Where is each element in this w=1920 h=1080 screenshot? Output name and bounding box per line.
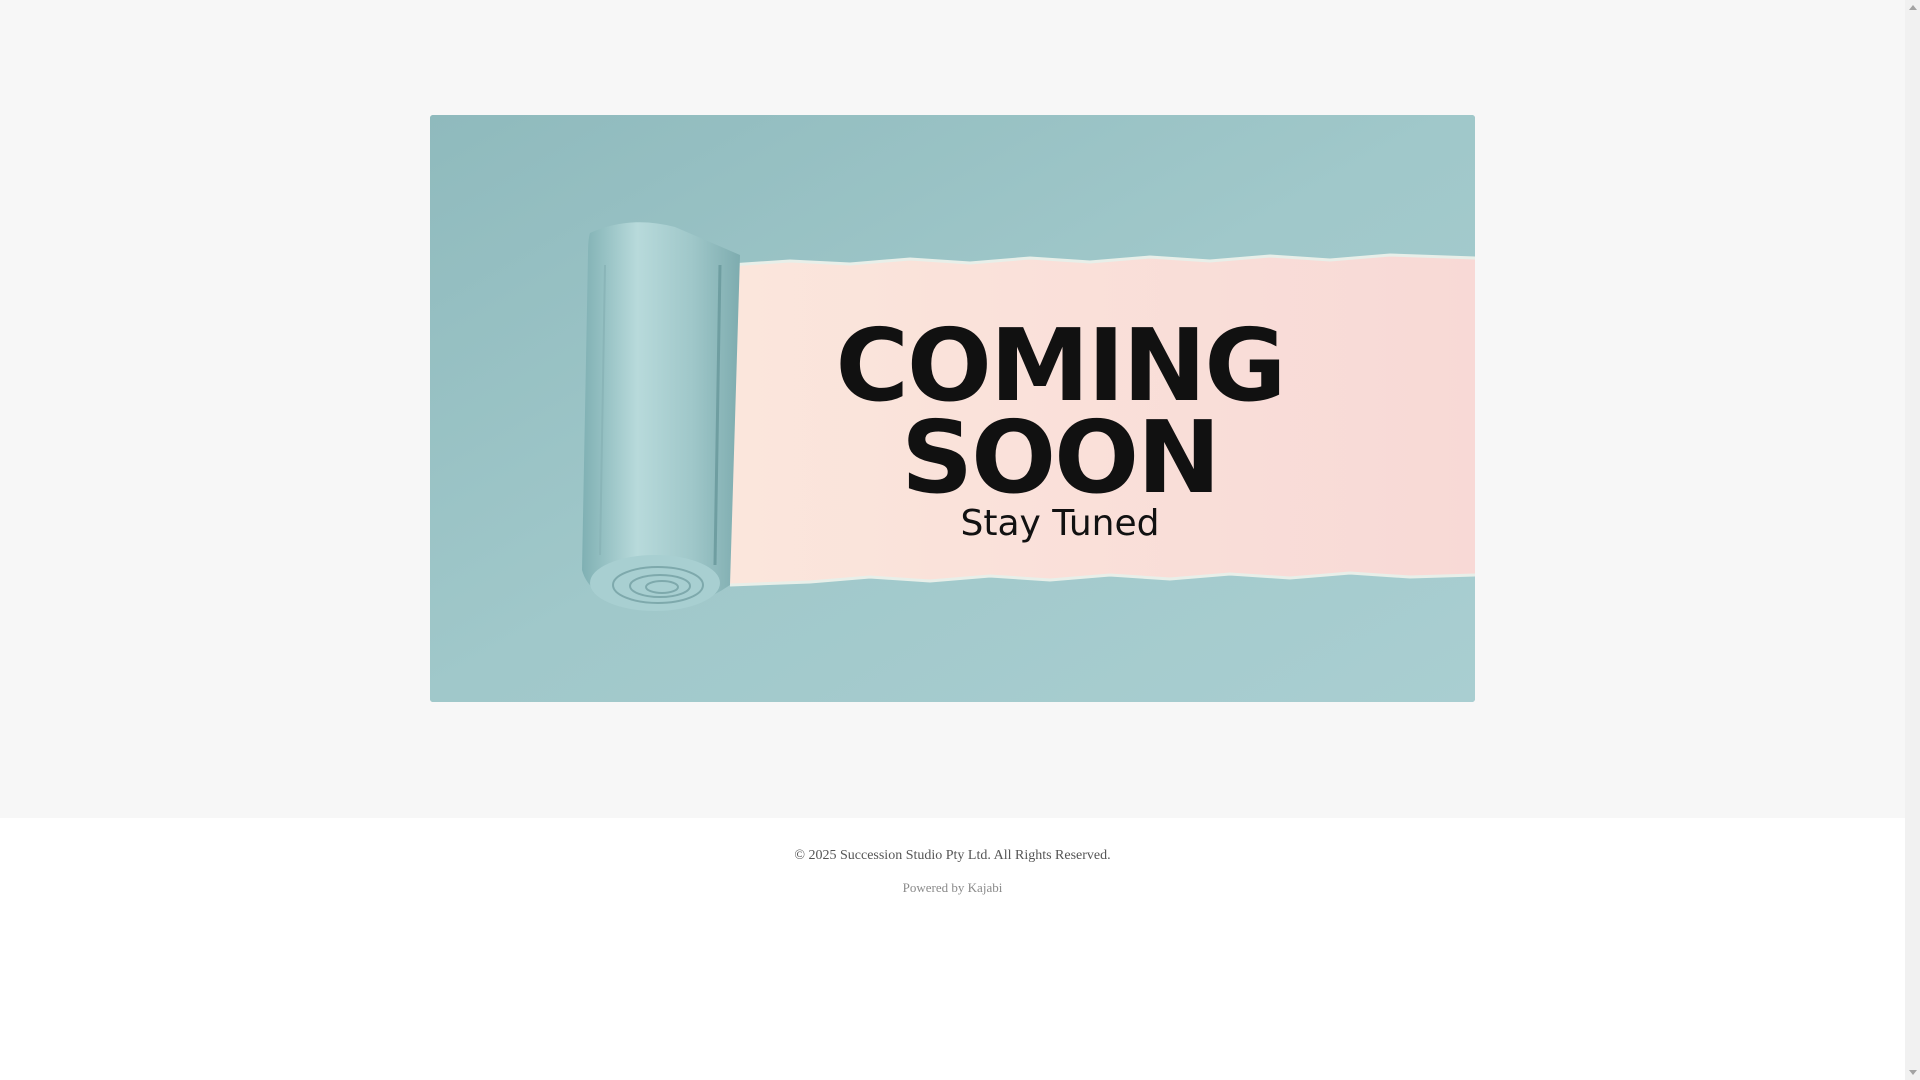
kajabi-link[interactable]: Kajabi (968, 880, 1003, 895)
page: COMING SOON Stay Tuned © 2025 Succession… (0, 0, 1905, 1080)
copyright-text: © 2025 Succession Studio Pty Ltd. All Ri… (794, 848, 1111, 863)
powered-by-prefix: Powered by (902, 880, 968, 895)
tagline-stay-tuned: Stay Tuned (961, 503, 1160, 544)
scroll-down-arrow-icon[interactable] (1909, 1070, 1917, 1075)
headline-soon: SOON (901, 399, 1219, 516)
vertical-scrollbar[interactable] (1905, 0, 1920, 1080)
coming-soon-banner-image: COMING SOON Stay Tuned (430, 115, 1475, 702)
hero-section: COMING SOON Stay Tuned (0, 0, 1905, 818)
powered-by: Powered by Kajabi (0, 880, 1905, 896)
footer: © 2025 Succession Studio Pty Ltd. All Ri… (0, 818, 1905, 928)
scroll-up-arrow-icon[interactable] (1909, 5, 1917, 10)
